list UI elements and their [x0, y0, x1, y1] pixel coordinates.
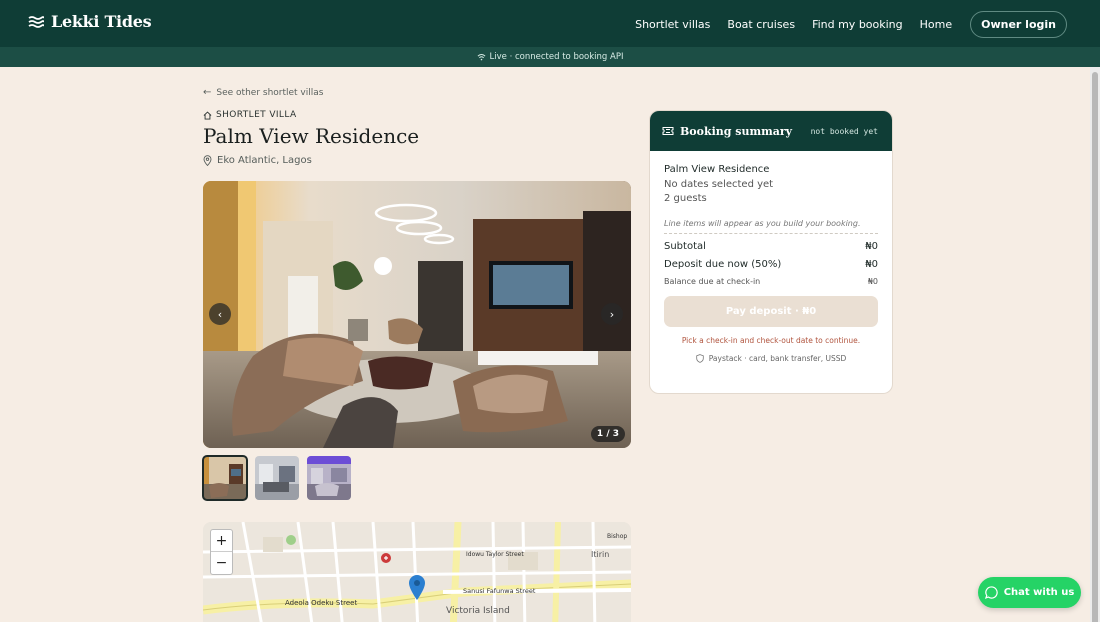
top-navbar: Lekki Tides Shortlet villas Boat cruises… — [0, 0, 1100, 47]
booking-summary-title: Booking summary — [680, 124, 793, 138]
balance-label: Balance due at check-in — [664, 277, 761, 286]
owner-login-button[interactable]: Owner login — [970, 11, 1067, 38]
thumbnail-image — [203, 456, 247, 500]
summary-dates: No dates selected yet — [664, 179, 774, 190]
subtotal-row: Subtotal ₦0 — [664, 241, 878, 252]
chevron-right-icon: › — [609, 307, 615, 321]
location-map[interactable]: Adeola Odeku Street Victoria Island Sanu… — [203, 522, 631, 622]
map-label-bishop: Bishop — [607, 533, 627, 540]
payment-methods: Paystack · card, bank transfer, USSD — [664, 354, 878, 363]
listing-location: Eko Atlantic, Lagos — [203, 155, 312, 166]
nav-link-shortlet-villas[interactable]: Shortlet villas — [635, 18, 710, 31]
nav-link-home[interactable]: Home — [920, 18, 952, 31]
page-scrollbar[interactable] — [1090, 67, 1100, 622]
gallery-thumbnail-2[interactable] — [255, 456, 299, 500]
location-text: Eko Atlantic, Lagos — [217, 155, 312, 166]
gallery-photo — [203, 181, 631, 448]
brand-name: Lekki Tides — [51, 12, 152, 31]
deposit-label: Deposit due now (50%) — [664, 259, 782, 270]
connection-status-text: Live · connected to booking API — [489, 52, 624, 62]
shield-icon — [696, 354, 704, 363]
ticket-icon — [662, 127, 674, 135]
deposit-value: ₦0 — [865, 259, 878, 270]
arrow-left-icon: ← — [203, 87, 212, 98]
balance-row: Balance due at check-in ₦0 — [664, 277, 878, 286]
gallery-thumbnail-1[interactable] — [202, 455, 248, 501]
waves-icon — [28, 15, 44, 28]
gallery-counter: 1 / 3 — [590, 426, 625, 442]
location-pin-icon — [203, 155, 212, 166]
payment-methods-text: Paystack · card, bank transfer, USSD — [708, 354, 847, 363]
chat-with-us-button[interactable]: Chat with us — [978, 577, 1081, 608]
booking-status-badge: not booked yet — [810, 126, 878, 136]
map-label-itirin: Itirin — [591, 550, 609, 559]
map-label-sanusi-fafunwa: Sanusi Fafunwa Street — [463, 587, 536, 595]
booking-summary-body: Palm View Residence No dates selected ye… — [650, 151, 892, 363]
nav-link-find-booking[interactable]: Find my booking — [812, 18, 903, 31]
gallery-thumbnails — [202, 455, 359, 501]
gallery-prev-button[interactable]: ‹ — [209, 303, 231, 325]
booking-summary-header: Booking summary not booked yet — [650, 111, 892, 151]
scrollbar-thumb[interactable] — [1092, 72, 1098, 622]
listing-type-label: SHORTLET VILLA — [216, 110, 297, 120]
booking-summary-card: Booking summary not booked yet Palm View… — [649, 110, 893, 394]
nav-links: Shortlet villas Boat cruises Find my boo… — [618, 11, 1067, 38]
listing-type: SHORTLET VILLA — [203, 110, 297, 120]
chat-label: Chat with us — [1003, 587, 1075, 598]
map-zoom-out-button[interactable]: − — [211, 552, 232, 574]
nav-link-boat-cruises[interactable]: Boat cruises — [727, 18, 795, 31]
map-label-victoria-island: Victoria Island — [446, 606, 510, 616]
map-label-idowu-taylor: Idowu Taylor Street — [466, 551, 524, 558]
back-link-label: See other shortlet villas — [216, 87, 324, 98]
connection-status-bar: Live · connected to booking API — [0, 47, 1100, 67]
subtotal-value: ₦0 — [865, 241, 878, 252]
deposit-row: Deposit due now (50%) ₦0 — [664, 259, 878, 270]
thumbnail-image — [307, 456, 351, 500]
summary-line-items-note: Line items will appear as you build your… — [664, 219, 878, 234]
home-icon — [203, 110, 212, 120]
map-label-adeola-odeku: Adeola Odeku Street — [285, 599, 357, 607]
photo-gallery[interactable]: ‹ › 1 / 3 — [203, 181, 631, 448]
brand[interactable]: Lekki Tides — [28, 12, 152, 31]
summary-guests: 2 guests — [664, 193, 707, 204]
gallery-thumbnail-3[interactable] — [307, 456, 351, 500]
subtotal-label: Subtotal — [664, 241, 706, 252]
thumbnail-image — [255, 456, 299, 500]
summary-villa-name: Palm View Residence — [664, 164, 770, 175]
balance-value: ₦0 — [867, 277, 878, 286]
date-warning: Pick a check-in and check-out date to co… — [681, 336, 861, 345]
map-tiles: Adeola Odeku Street Victoria Island Sanu… — [203, 522, 631, 622]
map-zoom-control: + − — [210, 529, 233, 575]
whatsapp-icon — [984, 586, 998, 599]
pay-deposit-button[interactable]: Pay deposit · ₦0 — [664, 296, 878, 327]
wifi-icon — [477, 54, 485, 61]
map-zoom-in-button[interactable]: + — [211, 530, 232, 552]
page-title: Palm View Residence — [203, 124, 420, 148]
gallery-next-button[interactable]: › — [601, 303, 623, 325]
chevron-left-icon: ‹ — [217, 307, 223, 321]
back-link[interactable]: ← See other shortlet villas — [203, 87, 323, 98]
